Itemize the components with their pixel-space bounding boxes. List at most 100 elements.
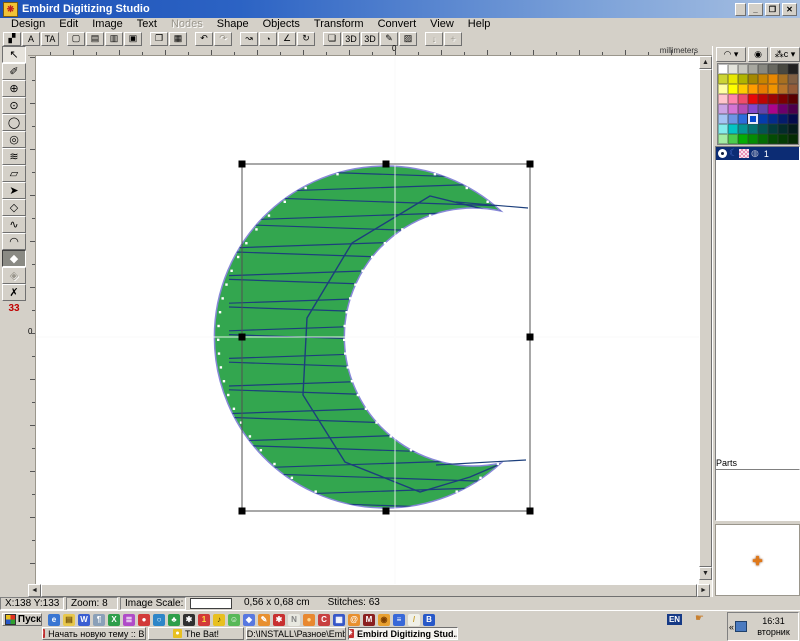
palette-swatch[interactable] [758,64,768,74]
bug-icon[interactable]: ✱ [183,614,195,626]
palette-swatch[interactable] [738,124,748,134]
selection-handle[interactable] [239,334,246,341]
palette-swatch[interactable] [788,74,798,84]
notepad-icon[interactable]: N [288,614,300,626]
minimize-button[interactable]: _ [748,3,763,16]
thread-button[interactable]: ◉ [748,47,768,62]
palette-swatch[interactable] [748,74,758,84]
view-3d-button[interactable]: 3D [342,32,360,46]
palette-swatch[interactable] [768,114,778,124]
palette-swatch[interactable] [768,134,778,144]
task-thebat[interactable]: ●The Bat! [148,627,244,640]
curve-style-button[interactable]: ◠ ▾ [716,47,746,62]
menu-text[interactable]: Text [130,18,164,31]
palette-swatch[interactable] [748,134,758,144]
language-indicator[interactable]: EN [667,614,682,625]
palette-swatch[interactable] [768,104,778,114]
arc-tool[interactable]: ◠ [2,233,26,250]
menu-design[interactable]: Design [4,18,52,31]
system-button[interactable] [735,3,746,16]
palette-swatch[interactable] [778,84,788,94]
select-tool[interactable]: ↖ [2,46,26,63]
tray-network-icon[interactable] [735,621,747,632]
menu-shape[interactable]: Shape [210,18,256,31]
selection-handle[interactable] [383,161,390,168]
undo-button[interactable]: ↶ [195,32,213,46]
edit-nodes-tool[interactable]: ✐ [2,63,26,80]
stitch-mode-button[interactable]: ⁂c ▾ [770,47,800,62]
palette-swatch[interactable] [748,84,758,94]
palette-swatch[interactable] [788,64,798,74]
palette-swatch[interactable] [718,74,728,84]
palette-swatch[interactable] [738,134,748,144]
palette-swatch[interactable] [728,124,738,134]
menu-image[interactable]: Image [85,18,130,31]
books-icon[interactable]: ≣ [123,614,135,626]
lines-icon[interactable]: ≡ [393,614,405,626]
scroll-up-button[interactable]: ▲ [699,56,712,69]
angle-button[interactable]: ∠ [278,32,296,46]
layer-row[interactable]: ☾ ◍ 1 [716,147,799,160]
1c-icon[interactable]: 1 [198,614,210,626]
palette-swatch[interactable] [788,84,798,94]
palette-swatch[interactable] [738,84,748,94]
palette-swatch[interactable] [758,124,768,134]
tray-collapse-icon[interactable]: « [729,622,734,632]
palette-swatch[interactable] [758,114,768,124]
scroll-right-button[interactable]: ► [697,584,710,597]
palette-swatch[interactable] [728,114,738,124]
palette-swatch[interactable] [748,114,758,124]
word-icon[interactable]: W [78,614,90,626]
fill-hole-tool[interactable]: ◎ [2,131,26,148]
selection-handle[interactable] [239,508,246,515]
palette-swatch[interactable] [778,94,788,104]
palette-swatch[interactable] [758,104,768,114]
palette-swatch[interactable] [728,104,738,114]
palette-swatch[interactable] [778,124,788,134]
task-embird[interactable]: ❋Embird Digitizing Stud... [348,627,458,640]
internet-explorer-icon[interactable]: e [48,614,60,626]
disc-icon[interactable]: ◉ [378,614,390,626]
restore-button[interactable]: ❐ [765,3,780,16]
menu-transform[interactable]: Transform [307,18,371,31]
palette-swatch[interactable] [738,104,748,114]
journal-icon[interactable]: / [408,614,420,626]
import-button[interactable]: ▥ [105,32,123,46]
palette-swatch[interactable] [768,94,778,104]
windows-icon[interactable]: ▦ [333,614,345,626]
palette-swatch[interactable] [728,134,738,144]
palette-swatch[interactable] [718,94,728,104]
palette-swatch[interactable] [738,114,748,124]
palette-swatch[interactable] [768,64,778,74]
rotate-button[interactable]: ↻ [297,32,315,46]
task-explorer[interactable]: ▤D:\INSTALL\Разное\Embird [246,627,346,640]
scroll-down-button[interactable]: ▼ [699,567,712,580]
density-gauge-button[interactable]: ◔ [259,32,277,46]
palette-swatch[interactable] [778,64,788,74]
selection-handle[interactable] [527,161,534,168]
menu-edit[interactable]: Edit [52,18,85,31]
image-button[interactable]: ▨ [399,32,417,46]
stitch-mark-tool[interactable]: ✗ [2,284,26,301]
palette-swatch[interactable] [748,104,758,114]
palette-swatch[interactable] [768,74,778,84]
copy-button[interactable]: ❐ [150,32,168,46]
mushroom-icon[interactable]: M [363,614,375,626]
palette-swatch[interactable] [758,84,768,94]
palette-swatch[interactable] [788,124,798,134]
window-button[interactable]: ❏ [323,32,341,46]
menu-convert[interactable]: Convert [371,18,424,31]
globe-icon[interactable]: ○ [153,614,165,626]
pin-icon[interactable]: ✎ [258,614,270,626]
paste-button[interactable]: ▦ [169,32,187,46]
palette-swatch[interactable] [758,134,768,144]
palette-swatch[interactable] [768,124,778,134]
palette-swatch[interactable] [748,124,758,134]
visibility-eye-icon[interactable] [718,149,727,158]
patch-shape-tool[interactable]: ◇ [2,199,26,216]
lettering-button[interactable]: A [22,32,40,46]
folder-icon[interactable]: ▤ [63,614,75,626]
monogram-button[interactable]: TA [41,32,59,46]
horizontal-scroll-thumb[interactable] [41,584,697,597]
selection-handle[interactable] [383,508,390,515]
